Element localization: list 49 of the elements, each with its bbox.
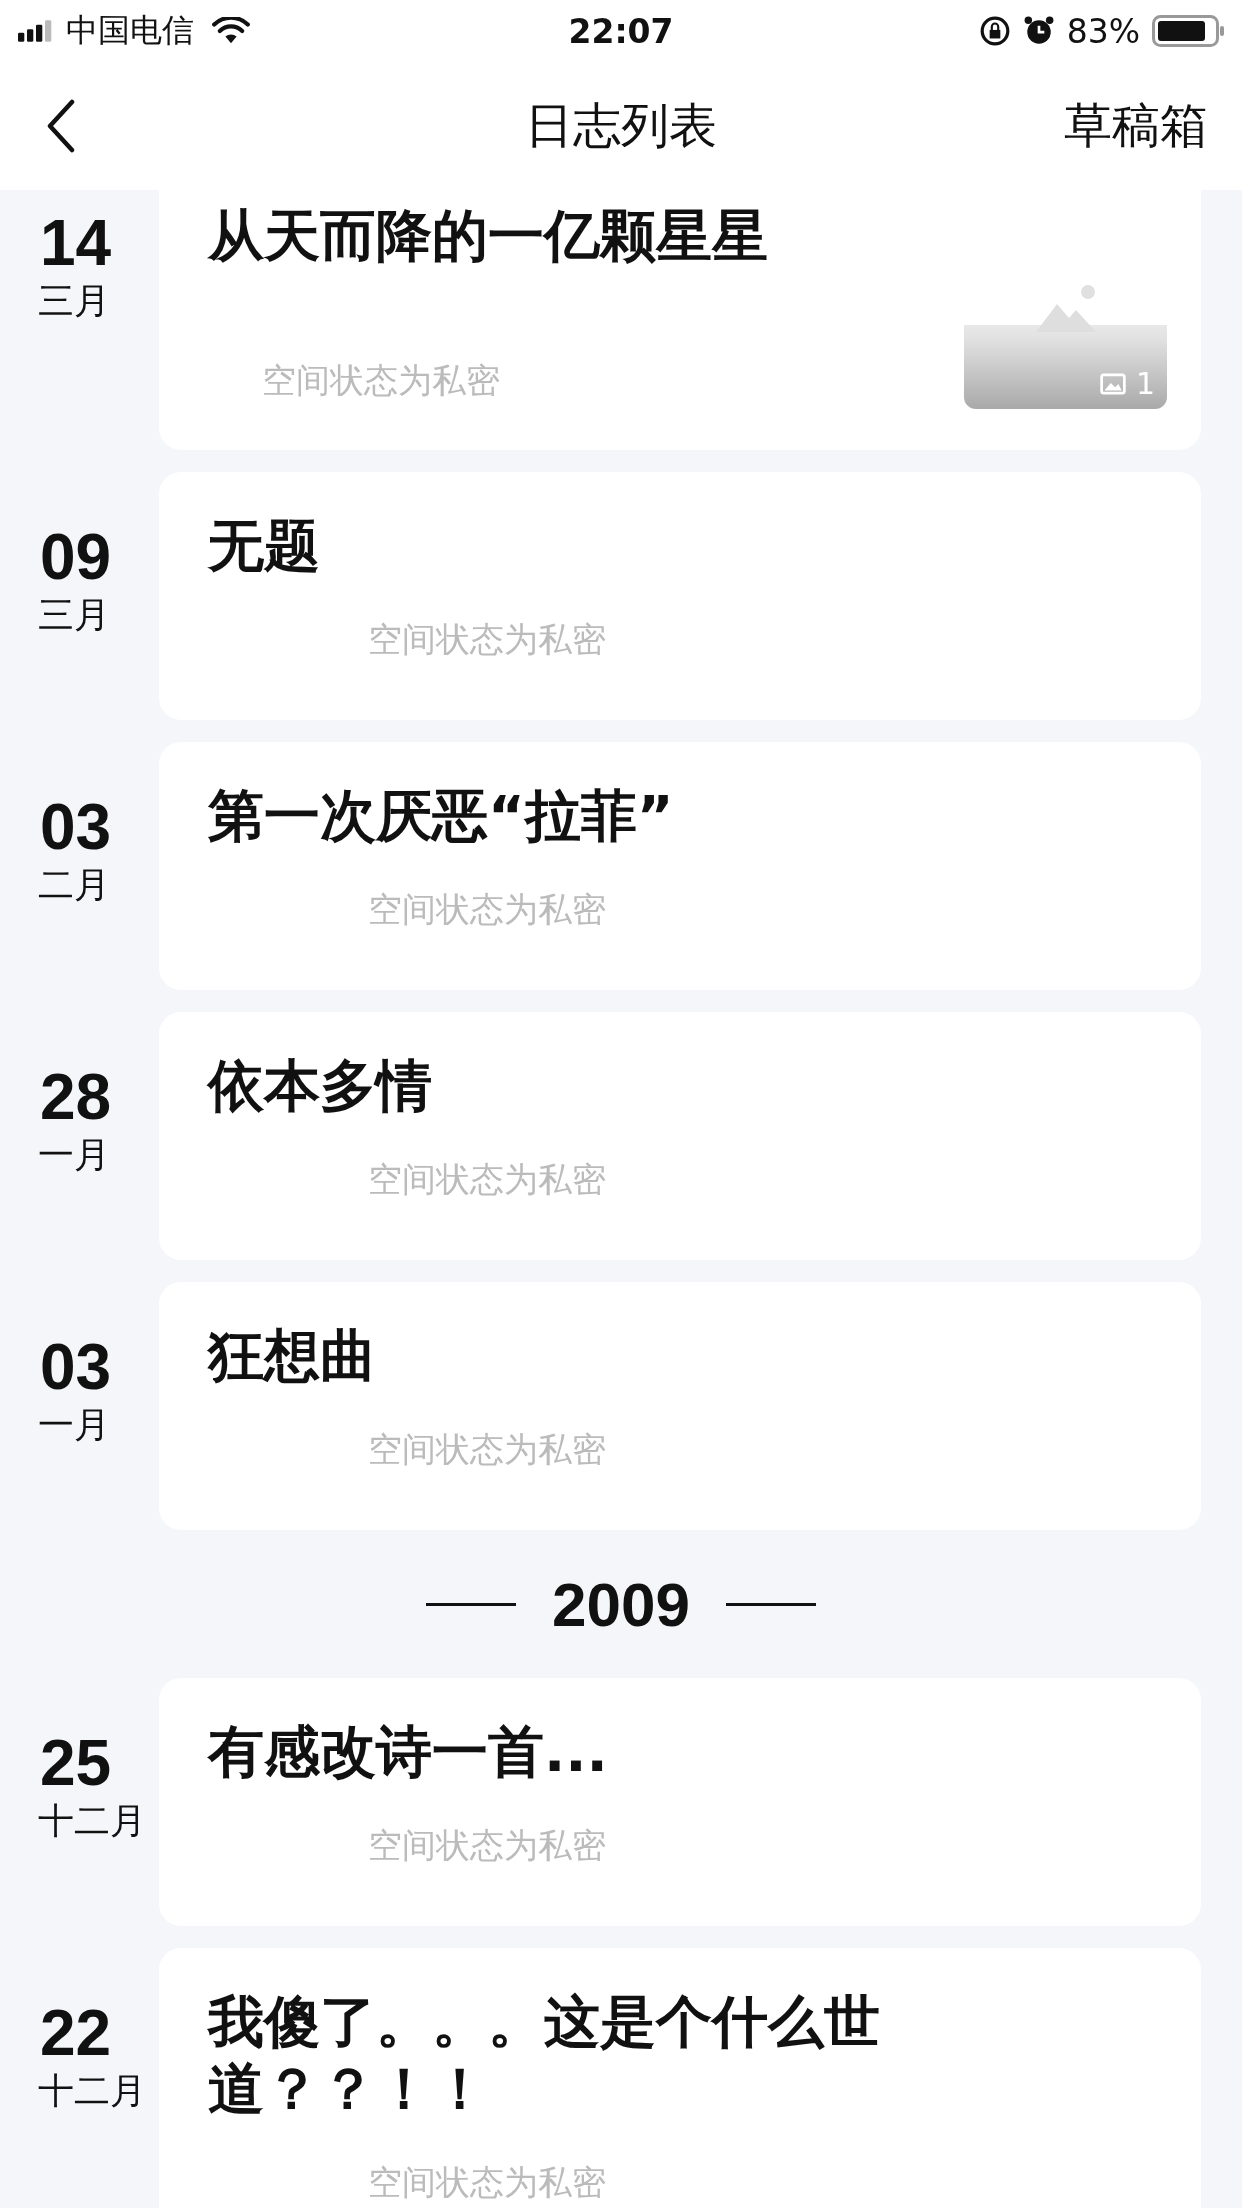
entry-month: 十二月: [38, 1799, 147, 1844]
entry-card[interactable]: 无题 空间状态为私密: [159, 472, 1201, 720]
carrier-name: 中国电信: [66, 10, 194, 51]
entry-card[interactable]: 从天而降的一亿颗星星 空间状态为私密 1: [159, 190, 1201, 450]
image-icon: [1099, 372, 1126, 395]
privacy-status: 空间状态为私密: [368, 1158, 606, 1202]
drafts-button[interactable]: 草稿箱: [1064, 94, 1208, 158]
entry-day: 03: [40, 1332, 112, 1403]
entry-card[interactable]: 依本多情 空间状态为私密: [159, 1012, 1201, 1260]
entry-card[interactable]: 我傻了。。。这是个什么世道？？！！ 空间状态为私密: [159, 1948, 1201, 2208]
privacy-status: 空间状态为私密: [368, 1824, 606, 1868]
year-heading: 2009: [552, 1568, 690, 1640]
entry-day: 09: [40, 522, 112, 593]
entry-day: 22: [40, 1998, 112, 2069]
entry-title: 从天而降的一亿颗星星: [208, 202, 769, 270]
entry-card[interactable]: 有感改诗一首... 空间状态为私密: [159, 1678, 1201, 1926]
entry-card[interactable]: 第一次厌恶“拉菲” 空间状态为私密: [159, 742, 1201, 990]
clock-time: 22:07: [568, 11, 674, 51]
rotation-lock-icon: [978, 15, 1011, 47]
entry-title: 有感改诗一首...: [208, 1718, 609, 1786]
battery-icon: [1152, 15, 1226, 47]
entry-day: 25: [40, 1728, 112, 1799]
entry-month: 十二月: [38, 2069, 147, 2114]
wifi-icon: [212, 17, 250, 45]
entry-month: 一月: [38, 1133, 111, 1178]
entry-title: 我傻了。。。这是个什么世道？？！！: [208, 1988, 881, 2123]
entry-day: 03: [40, 792, 112, 863]
entry-day: 28: [40, 1062, 112, 1133]
entry-title: 狂想曲: [208, 1322, 377, 1390]
privacy-status: 空间状态为私密: [262, 359, 500, 402]
entry-month: 一月: [38, 1403, 111, 1448]
signal-icon: [18, 20, 54, 42]
privacy-status: 空间状态为私密: [368, 2161, 606, 2205]
entry-month: 三月: [38, 279, 111, 324]
entry-day: 14: [40, 208, 112, 279]
page-title: 日志列表: [525, 96, 717, 155]
entry-title: 第一次厌恶“拉菲”: [208, 782, 675, 850]
privacy-status: 空间状态为私密: [368, 618, 606, 662]
back-icon[interactable]: [46, 99, 76, 153]
battery-percent: 83%: [1066, 11, 1140, 51]
entry-title: 无题: [208, 512, 321, 580]
image-count: 1: [1135, 366, 1155, 401]
alarm-icon: [1022, 15, 1055, 47]
entry-month: 二月: [38, 863, 111, 908]
privacy-status: 空间状态为私密: [368, 1428, 606, 1472]
entry-month: 三月: [38, 593, 111, 638]
entry-title: 依本多情: [208, 1052, 433, 1120]
entry-card[interactable]: 狂想曲 空间状态为私密: [159, 1282, 1201, 1530]
privacy-status: 空间状态为私密: [368, 888, 606, 932]
